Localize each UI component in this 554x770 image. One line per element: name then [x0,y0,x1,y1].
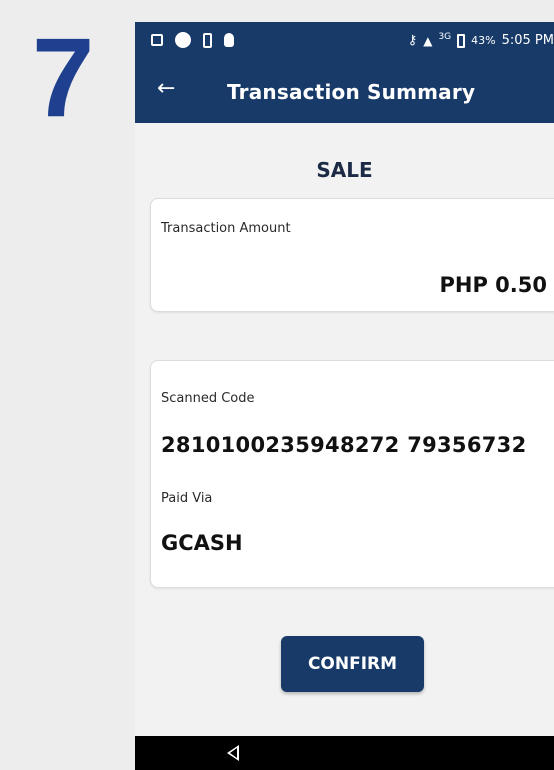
amount-label: Transaction Amount [161,221,291,236]
arrow-left-icon[interactable]: ← [157,78,175,100]
signal-label: 3G [438,31,452,42]
status-time: 5:05 PM [501,33,554,48]
status-bar: ⚷ ▲ 3G 43% 5:05 PM [135,22,554,64]
amount-card: Transaction Amount PHP 0.50 [150,198,554,312]
confirm-button[interactable]: CONFIRM [281,636,424,692]
battery-saver-icon [203,32,212,48]
scanned-code-value: 2810100235948272 79356732 [161,433,527,457]
paid-via-label: Paid Via [161,491,213,506]
page-title: Transaction Summary [227,80,476,104]
debug-icon [224,33,234,47]
navigation-bar [135,736,554,770]
scanned-code-label: Scanned Code [161,391,255,406]
status-icons-left [151,32,234,48]
app-bar: ← Transaction Summary [135,64,554,123]
circle-icon [175,32,191,48]
key-icon: ⚷ [407,33,418,48]
payment-details-card: Scanned Code 2810100235948272 79356732 P… [150,360,554,588]
notification-icon [151,34,163,46]
signal-icon: ▲ [423,33,433,48]
paid-via-value: GCASH [161,531,243,555]
battery-percent: 43% [471,34,496,47]
step-number: 7 [32,15,95,140]
battery-icon [457,33,466,48]
transaction-type: SALE [316,158,373,182]
nav-back-icon[interactable] [227,745,239,761]
phone-screen: ⚷ ▲ 3G 43% 5:05 PM ← Transaction Summary… [135,22,554,770]
amount-value: PHP 0.50 [439,273,547,297]
status-icons-right: ⚷ ▲ 3G 43% 5:05 PM [407,31,554,49]
